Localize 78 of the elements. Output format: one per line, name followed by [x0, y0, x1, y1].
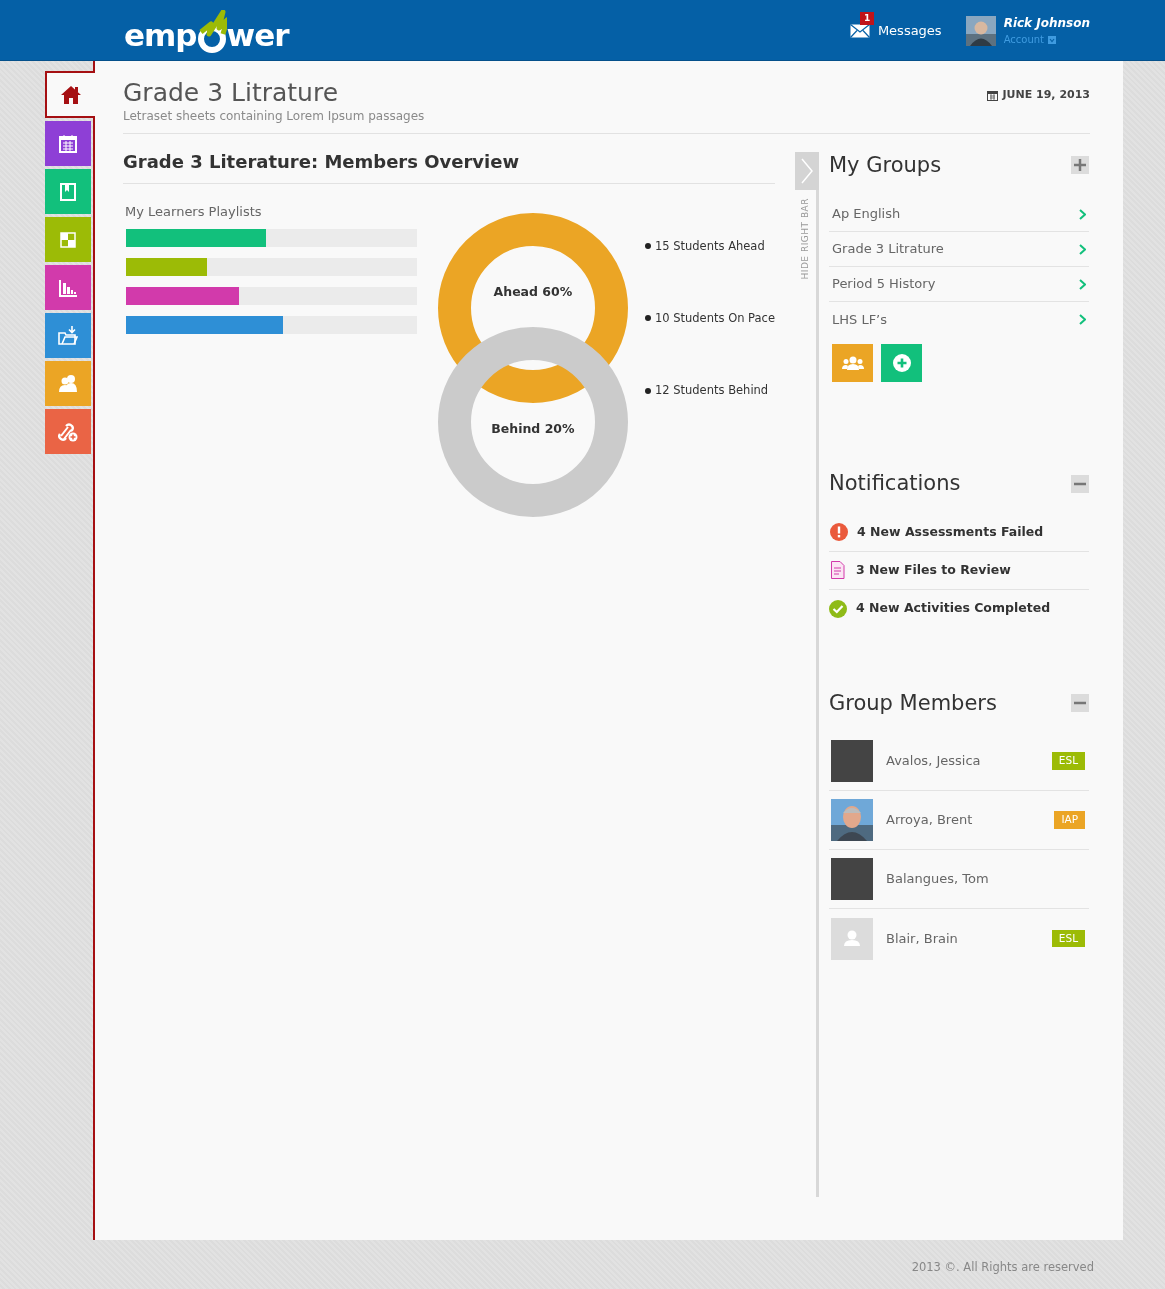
plus-circle-icon	[892, 354, 911, 372]
caret-icon	[1048, 35, 1057, 44]
avatar-placeholder	[831, 917, 873, 960]
alert-icon	[830, 523, 848, 541]
checker-icon	[58, 229, 78, 250]
member-name: Avalos, Jessica	[886, 752, 982, 771]
chevron-right-icon	[1079, 208, 1086, 220]
minus-icon	[1074, 701, 1086, 706]
users-icon	[841, 356, 864, 370]
logo-icon	[196, 10, 227, 54]
chevron-right-icon	[1079, 243, 1086, 255]
nav-tile[interactable]	[45, 313, 91, 358]
member-tag: IAP	[1054, 811, 1085, 829]
nav-tile[interactable]	[45, 265, 91, 310]
page-title: Grade 3 Litrature	[123, 79, 340, 107]
collapse-button[interactable]	[1071, 474, 1089, 493]
member-name: Arroya, Brent	[886, 811, 974, 830]
notification-badge: 1	[859, 11, 875, 25]
chevron-right-icon	[801, 157, 813, 184]
nav-tile[interactable]	[45, 121, 91, 166]
calendar-icon	[987, 89, 999, 101]
footer-text: 2013 ©. All Rights are reserved	[911, 1260, 1094, 1274]
notification-text: 4 New Activities Completed	[856, 599, 1051, 618]
mail-icon	[849, 23, 870, 38]
legend-label: 15 Students Ahead	[654, 237, 765, 255]
bullet-icon	[644, 387, 651, 394]
calendar-icon	[58, 133, 78, 154]
avatar-placeholder	[831, 858, 873, 900]
section-title: My Groups	[829, 151, 942, 179]
notification-text: 4 New Assessments Failed	[857, 522, 1044, 541]
nav-tile[interactable]	[45, 409, 91, 454]
book-icon	[58, 181, 78, 202]
collapse-button[interactable]	[1071, 694, 1089, 713]
member-name: Balangues, Tom	[886, 870, 990, 889]
minus-icon	[1074, 481, 1086, 486]
check-circle-icon	[829, 599, 847, 618]
member-tag: ESL	[1051, 929, 1085, 948]
member-tag: ESL	[1051, 752, 1085, 770]
nav-tile[interactable]	[45, 71, 95, 118]
link-add-icon	[58, 421, 78, 442]
page-subtitle: Letraset sheets containing Lorem Ipsum passages	[123, 107, 425, 125]
home-icon	[61, 84, 81, 105]
bullet-icon	[644, 243, 651, 250]
date-text: JUNE 19, 2013	[1002, 87, 1090, 103]
logo-text: emp	[124, 20, 197, 51]
users-icon	[58, 373, 78, 394]
playlists-label: My Learners Playlists	[124, 202, 263, 221]
member-name: Blair, Brain	[886, 929, 959, 948]
nav-tile[interactable]	[45, 361, 91, 406]
legend-label: 12 Students Behind	[654, 382, 769, 399]
group-item[interactable]: LHS LF’s	[829, 302, 1089, 337]
group-item[interactable]: Period 5 History	[829, 267, 1089, 302]
group-button[interactable]	[832, 344, 873, 382]
folder-download-icon	[58, 325, 78, 346]
ring-label: Behind 20%	[491, 419, 575, 438]
avatar-placeholder	[831, 740, 873, 782]
chevron-right-icon	[1079, 278, 1086, 290]
legend-label: 10 Students On Pace	[654, 309, 775, 327]
document-icon	[829, 561, 847, 579]
hide-bar-label: HIDE RIGHT BAR	[799, 197, 811, 279]
plus-icon	[1074, 159, 1086, 172]
bar-chart-icon	[58, 277, 78, 298]
logo-text: wer	[226, 20, 289, 51]
section-title: Group Members	[829, 689, 997, 717]
user-name: Rick Johnson	[1003, 15, 1090, 32]
nav-tile[interactable]	[45, 169, 91, 214]
add-button[interactable]	[881, 344, 922, 382]
bullet-icon	[644, 315, 651, 322]
group-item[interactable]: Grade 3 Litrature	[829, 232, 1089, 267]
chevron-right-icon	[1079, 314, 1086, 325]
nav-tile[interactable]	[45, 217, 91, 262]
add-button[interactable]	[1071, 156, 1089, 175]
hide-bar-toggle[interactable]	[795, 151, 819, 190]
section-title: Notifications	[829, 470, 961, 497]
notification-text: 3 New Files to Review	[856, 560, 1011, 579]
group-item[interactable]: Ap English	[829, 197, 1089, 232]
ring-label: Ahead 60%	[493, 282, 573, 301]
section-title: Grade 3 Literature: Members Overview	[123, 149, 521, 174]
